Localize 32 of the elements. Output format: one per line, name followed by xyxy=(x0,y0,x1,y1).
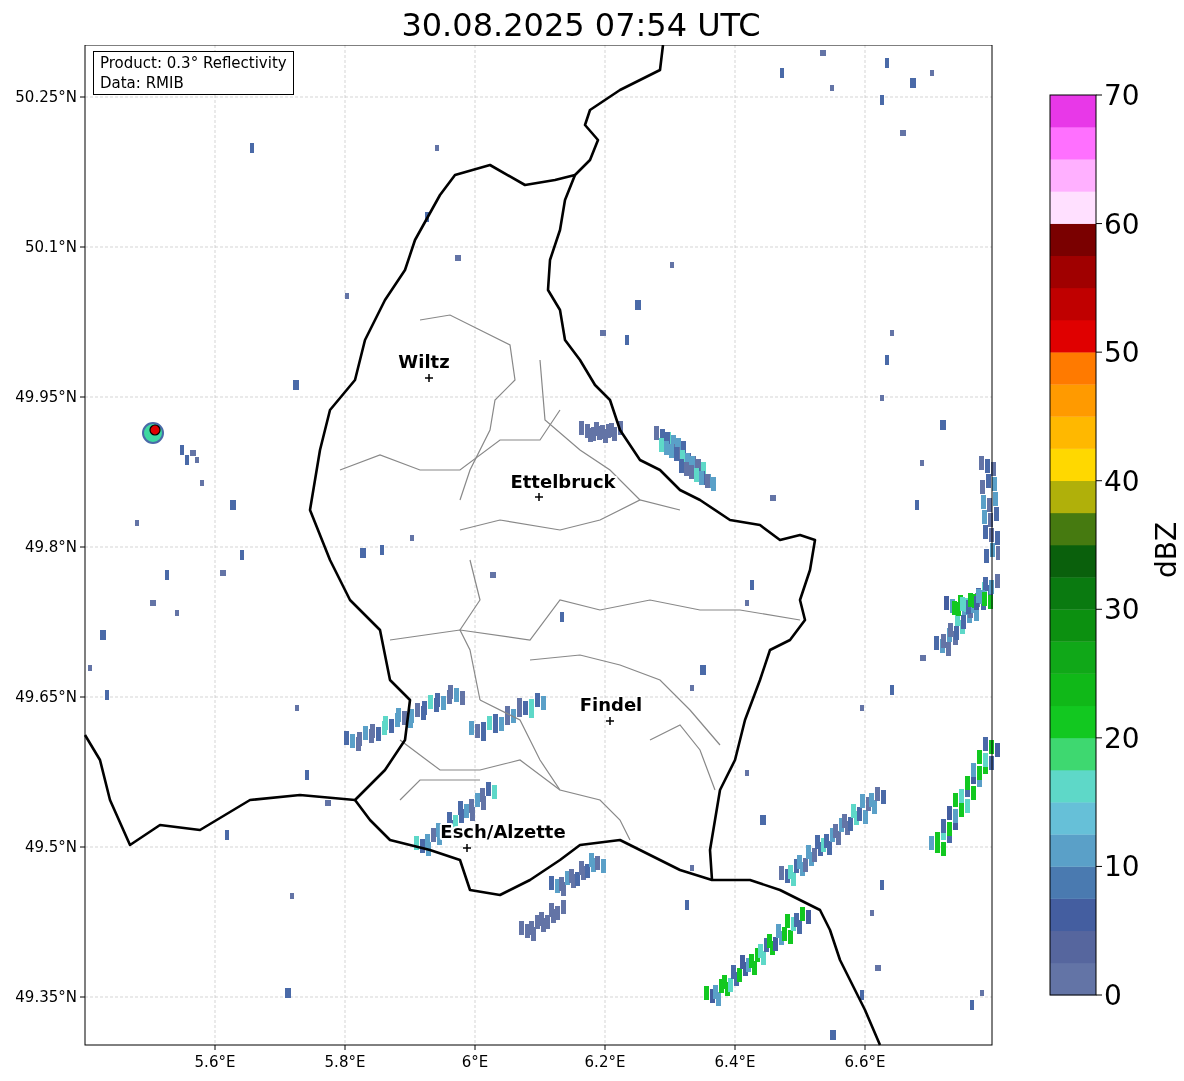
city-label: Wiltz xyxy=(398,351,450,372)
city-label: Findel xyxy=(579,694,643,715)
city-marker-icon xyxy=(534,492,544,502)
colorbar-tick-label: 20 xyxy=(1104,721,1140,755)
colorbar-tick-label: 30 xyxy=(1104,593,1140,627)
colorbar-tick-label: 0 xyxy=(1104,979,1122,1012)
city-marker-icon xyxy=(605,716,615,726)
colorbar-tick-label: 40 xyxy=(1104,464,1140,498)
y-tick-label: 49.65°N xyxy=(15,688,77,706)
x-tick-label: 6.6°E xyxy=(844,1053,886,1071)
x-tick-label: 6.4°E xyxy=(714,1053,756,1071)
y-tick-label: 49.95°N xyxy=(15,388,77,406)
city-label: Ettelbruck xyxy=(510,471,616,492)
info-text: Data: RMIB xyxy=(100,73,185,93)
y-tick-label: 50.1°N xyxy=(24,238,77,256)
x-tick-label: 5.6°E xyxy=(194,1053,236,1071)
y-tick-label: 49.5°N xyxy=(24,838,77,856)
x-tick-label: 6°E xyxy=(461,1053,489,1071)
x-tick-label: 6.2°E xyxy=(584,1053,626,1071)
x-tick-label: 5.8°E xyxy=(324,1053,366,1071)
info-text: Product: 0.3° Reflectivity xyxy=(100,53,287,73)
y-tick-label: 49.8°N xyxy=(24,538,77,556)
colorbar-title: dBZ xyxy=(1150,521,1183,579)
city-marker-icon xyxy=(424,373,434,383)
colorbar-tick-label: 10 xyxy=(1104,850,1140,884)
y-tick-label: 50.25°N xyxy=(15,88,77,106)
colorbar-tick-label: 50 xyxy=(1104,336,1140,370)
colorbar-tick-label: 70 xyxy=(1104,79,1140,112)
colorbar-tick-label: 60 xyxy=(1104,207,1140,241)
y-tick-label: 49.35°N xyxy=(15,988,77,1006)
city-marker-icon xyxy=(462,843,472,853)
chart-title: 30.08.2025 07:54 UTC xyxy=(400,5,762,45)
